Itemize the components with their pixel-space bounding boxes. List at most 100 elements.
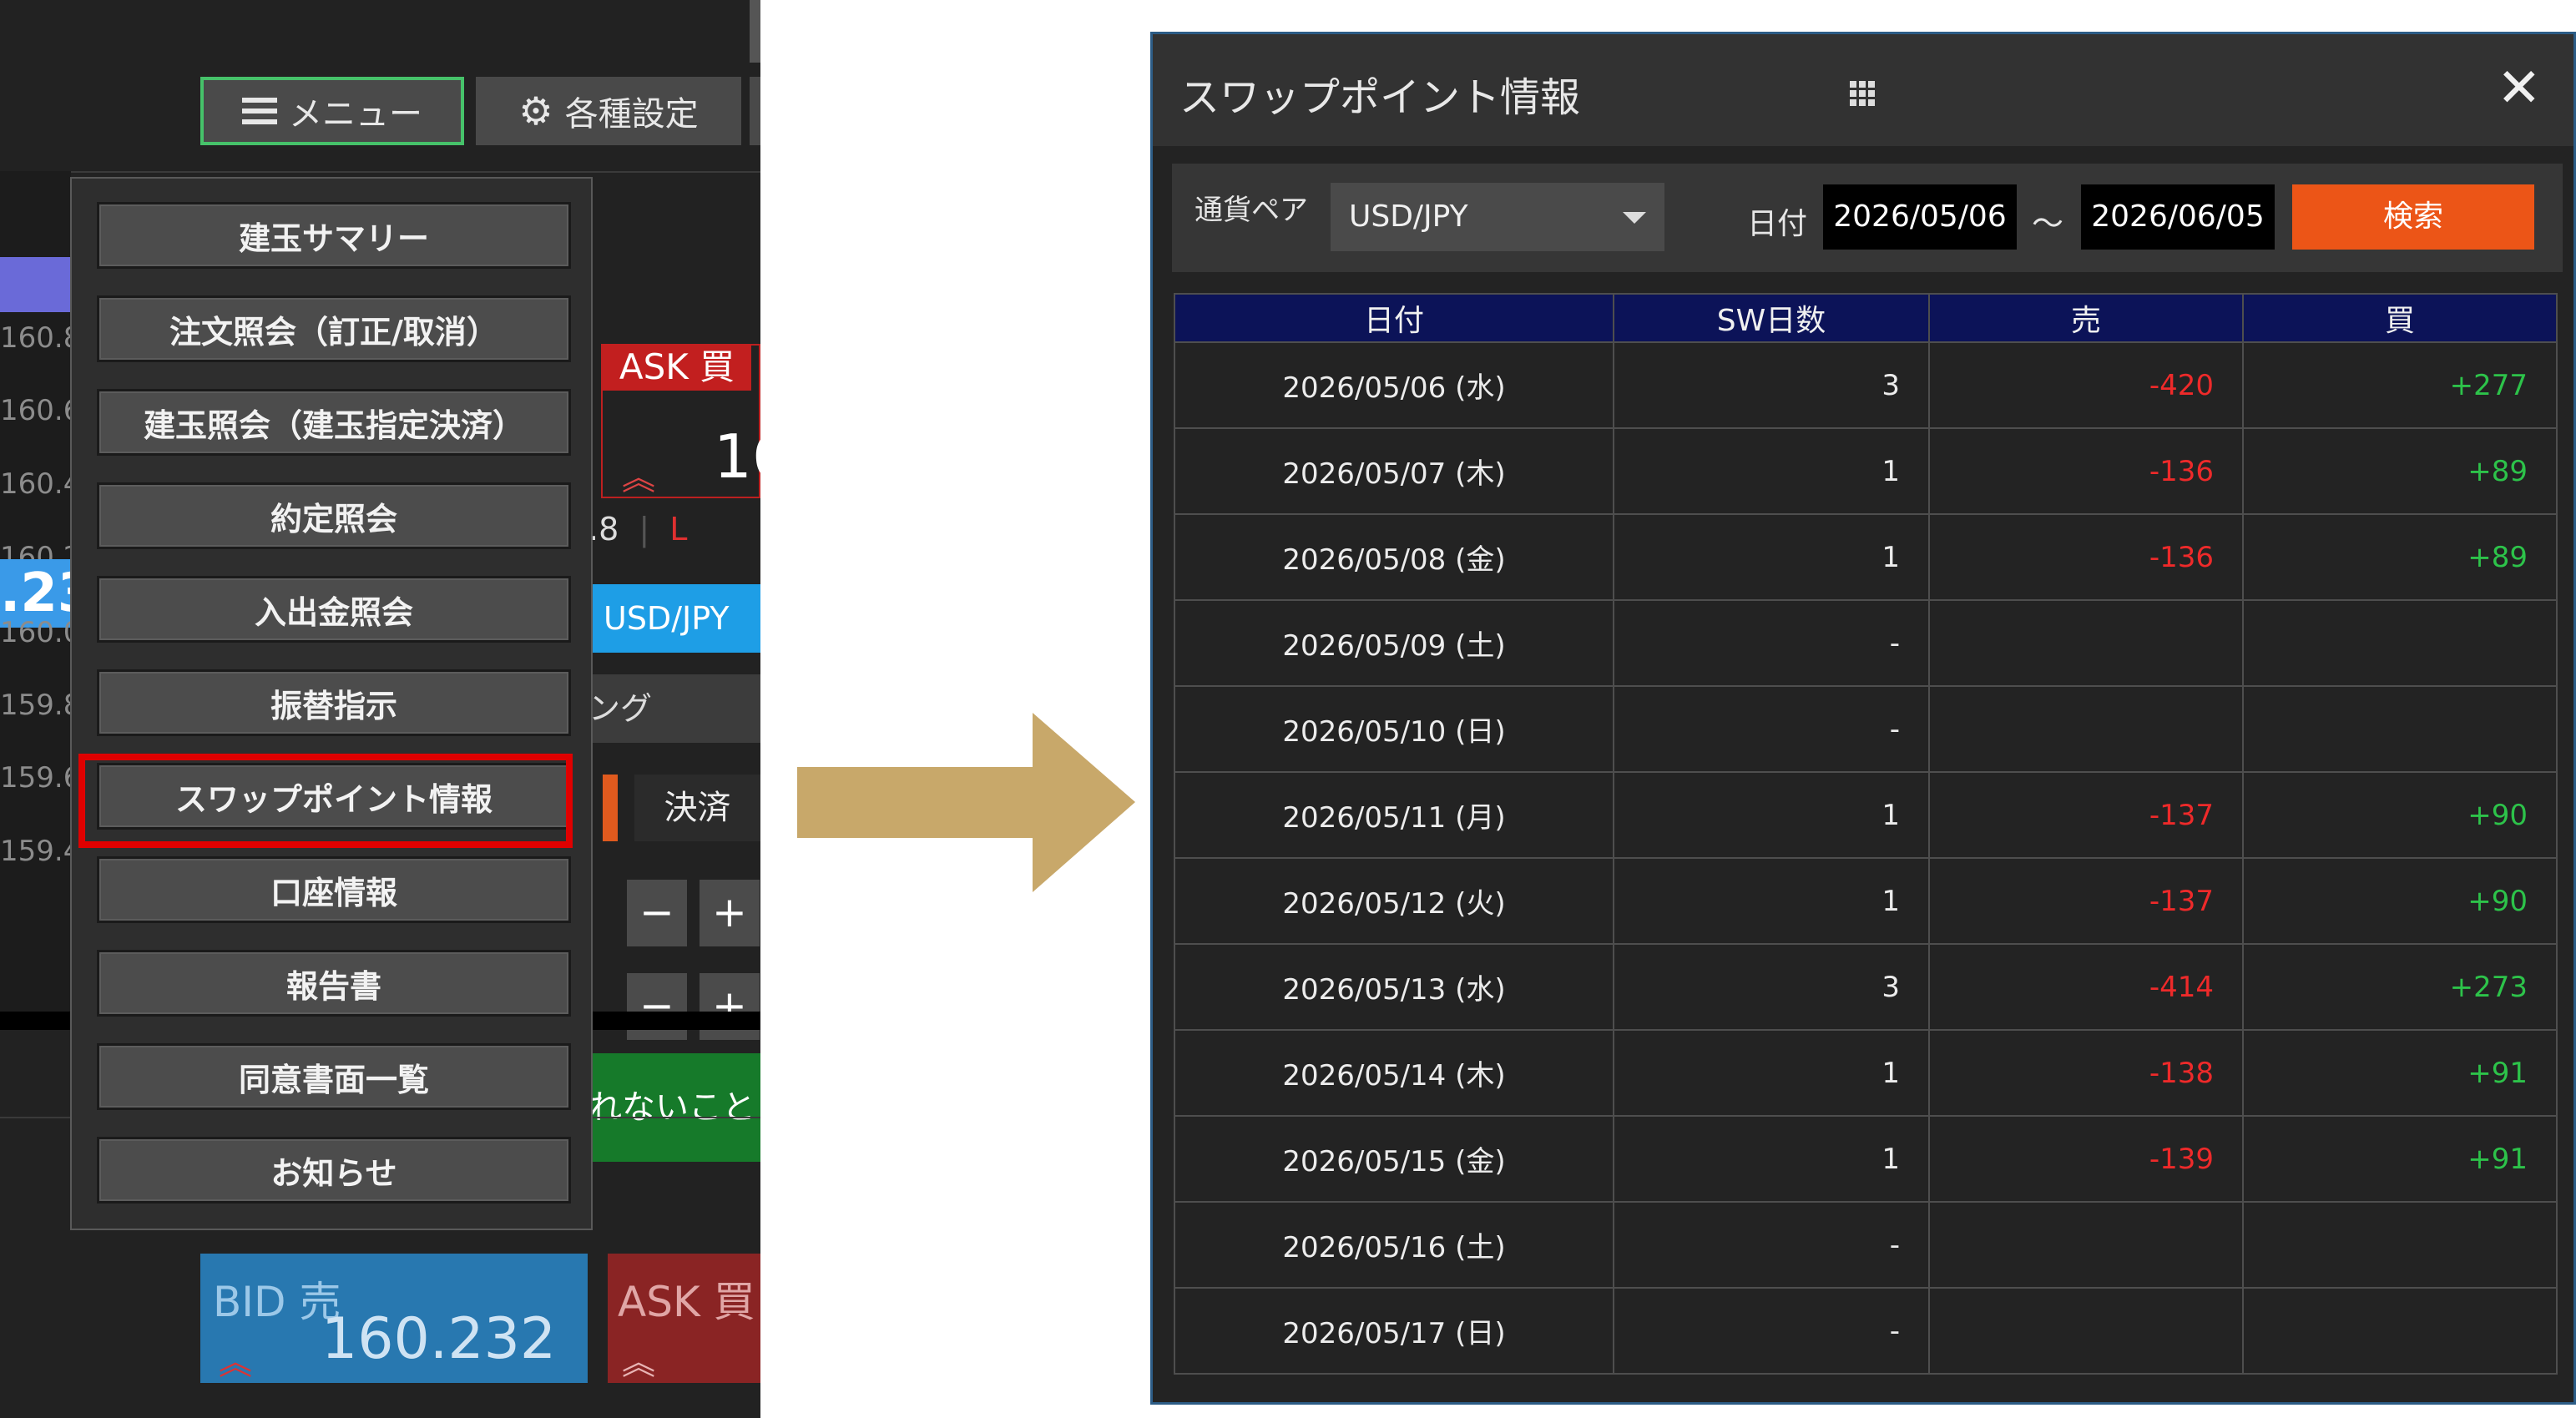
gear-icon: ⚙ — [518, 88, 553, 134]
date-from-input[interactable]: 2026/05/06 — [1823, 184, 2017, 250]
highlight-box — [78, 754, 573, 848]
table-row: 2026/05/06 (水) 3 -420 +277 — [1174, 341, 2558, 429]
close-icon[interactable]: ✕ — [2497, 59, 2542, 118]
cell-date: 2026/05/10 (日) — [1174, 685, 1614, 773]
low-marker: L — [669, 511, 688, 548]
swap-point-dialog: スワップポイント情報 ✕ 通貨ペア USD/JPY 日付 2026/05/06 … — [1150, 32, 2576, 1405]
order-tab-strip[interactable] — [603, 775, 618, 841]
drag-handle-icon[interactable] — [1850, 81, 1875, 106]
menu-item-order-inquiry[interactable]: 注文照会（訂正/取消） — [97, 295, 571, 362]
cell-sw-days: 1 — [1613, 857, 1930, 945]
cell-sw-days: 1 — [1613, 1029, 1930, 1117]
menu-item-position-summary[interactable]: 建玉サマリー — [97, 202, 571, 269]
up-chevron-icon: ︽ — [622, 1344, 655, 1382]
settings-button-label: 各種設定 — [564, 95, 699, 134]
ask-price-fragment: 16 — [714, 421, 760, 492]
column-header-sell: 売 — [1928, 293, 2244, 343]
cell-sell: -136 — [1928, 427, 2244, 515]
cell-sell: -414 — [1928, 943, 2244, 1031]
price-axis-label: 159.6 — [0, 761, 82, 795]
table-row: 2026/05/11 (月) 1 -137 +90 — [1174, 771, 2558, 859]
table-row: 2026/05/13 (水) 3 -414 +273 — [1174, 943, 2558, 1031]
menu-item-transfer[interactable]: 振替指示 — [97, 669, 571, 736]
cell-buy — [2242, 1201, 2558, 1289]
cell-sw-days: 1 — [1613, 771, 1930, 859]
price-axis-label: 160.8 — [0, 321, 82, 355]
currency-pair-select[interactable]: USD/JPY — [1331, 183, 1664, 251]
column-header-sw-days: SW日数 — [1613, 293, 1930, 343]
ranking-tab[interactable]: ング — [588, 674, 760, 743]
price-axis-label: 160.0 — [0, 616, 82, 649]
cell-buy: +89 — [2242, 513, 2558, 601]
divider — [0, 171, 760, 173]
price-axis-label: 160.6 — [0, 394, 82, 427]
cell-sell — [1928, 599, 2244, 687]
currency-pair-label: 通貨ペア — [1195, 194, 1308, 227]
cell-sell: -139 — [1928, 1115, 2244, 1203]
dialog-title: スワップポイント情報 — [1179, 74, 1581, 121]
cell-date: 2026/05/16 (土) — [1174, 1201, 1614, 1289]
plus-button[interactable]: + — [700, 973, 760, 1040]
price-axis-label: 160.4 — [0, 467, 82, 501]
ask-header: ASK 買 — [603, 344, 751, 391]
hamburger-icon — [242, 98, 277, 124]
cell-sw-days: 1 — [1613, 1115, 1930, 1203]
settle-tab[interactable]: 決済 — [634, 775, 760, 841]
menu-item-deposit-inquiry[interactable]: 入出金照会 — [97, 576, 571, 643]
minus-button[interactable]: − — [627, 880, 687, 946]
cell-date: 2026/05/12 (火) — [1174, 857, 1614, 945]
date-range-separator: 〜 — [2032, 205, 2064, 242]
bid-price: 160.232 — [321, 1306, 557, 1372]
currency-pair-tab[interactable]: USD/JPY — [588, 584, 760, 653]
search-button[interactable]: 検索 — [2292, 184, 2534, 250]
cell-sw-days: - — [1613, 685, 1930, 773]
column-header-date: 日付 — [1174, 293, 1614, 343]
table-header-row: 日付 SW日数 売 買 — [1174, 293, 2558, 343]
price-axis-label: 159.4 — [0, 835, 82, 868]
cell-sw-days: - — [1613, 1287, 1930, 1375]
cell-date: 2026/05/07 (木) — [1174, 427, 1614, 515]
cell-buy — [2242, 599, 2558, 687]
cell-sw-days: 3 — [1613, 341, 1930, 429]
main-menu-dropdown: 建玉サマリー 注文照会（訂正/取消） 建玉照会（建玉指定決済） 約定照会 入出金… — [70, 177, 593, 1230]
menu-item-account-info[interactable]: 口座情報 — [97, 856, 571, 923]
cell-sw-days: 1 — [1613, 513, 1930, 601]
cell-sell: -138 — [1928, 1029, 2244, 1117]
right-arrow-icon — [797, 713, 1135, 892]
cell-buy — [2242, 1287, 2558, 1375]
menu-button[interactable]: メニュー — [200, 77, 464, 145]
swap-point-table: 日付 SW日数 売 買 2026/05/06 (水) 3 -420 +277 2026/… — [1174, 293, 2558, 1375]
minus-button[interactable]: − — [627, 973, 687, 1040]
cell-date: 2026/05/15 (金) — [1174, 1115, 1614, 1203]
notice-banner: れないこと — [588, 1053, 760, 1162]
cell-buy: +91 — [2242, 1029, 2558, 1117]
cell-buy — [2242, 685, 2558, 773]
cell-sw-days: - — [1613, 599, 1930, 687]
cell-sw-days: 3 — [1613, 943, 1930, 1031]
date-to-input[interactable]: 2026/06/05 — [2081, 184, 2275, 250]
settings-button[interactable]: ⚙ 各種設定 — [476, 77, 741, 145]
table-row: 2026/05/12 (火) 1 -137 +90 — [1174, 857, 2558, 945]
cell-date: 2026/05/13 (水) — [1174, 943, 1614, 1031]
cell-sell — [1928, 685, 2244, 773]
cell-sell: -420 — [1928, 341, 2244, 429]
menu-item-execution-inquiry[interactable]: 約定照会 — [97, 482, 571, 549]
trading-app-screen: メニュー ⚙ 各種設定 160.8 160.6 160.4 160.2 .23 … — [0, 0, 760, 1418]
menu-item-notifications[interactable]: お知らせ — [97, 1137, 571, 1204]
cell-date: 2026/05/14 (木) — [1174, 1029, 1614, 1117]
cell-date: 2026/05/17 (日) — [1174, 1287, 1614, 1375]
cell-buy: +273 — [2242, 943, 2558, 1031]
cell-buy: +91 — [2242, 1115, 2558, 1203]
cell-date: 2026/05/06 (水) — [1174, 341, 1614, 429]
price-axis-label: 159.8 — [0, 689, 82, 722]
date-label: 日付 — [1747, 207, 1808, 241]
menu-item-reports[interactable]: 報告書 — [97, 950, 571, 1017]
scrollbar[interactable] — [750, 0, 760, 63]
menu-item-consent-documents[interactable]: 同意書面一覧 — [97, 1043, 571, 1110]
cell-sw-days: 1 — [1613, 427, 1930, 515]
menu-item-position-inquiry[interactable]: 建玉照会（建玉指定決済） — [97, 389, 571, 456]
toolbar-next-button[interactable] — [750, 77, 760, 145]
plus-button[interactable]: + — [700, 880, 760, 946]
cell-date: 2026/05/08 (金) — [1174, 513, 1614, 601]
table-row: 2026/05/16 (土) - — [1174, 1201, 2558, 1289]
